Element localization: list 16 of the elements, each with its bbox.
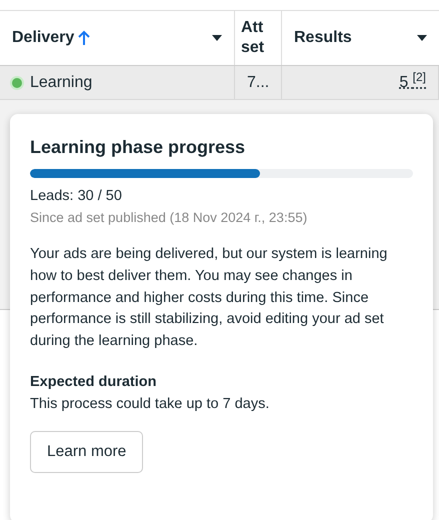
result-value[interactable]: 5 $^{[2]}$ xyxy=(399,70,426,94)
sort-arrow-icon[interactable] xyxy=(78,30,90,46)
dropdown-caret-icon[interactable] xyxy=(212,35,222,41)
leads-count: Leads: 30 / 50 xyxy=(30,187,123,206)
learn-more-button[interactable]: Learn more xyxy=(30,431,144,473)
duration-heading: Expected duration xyxy=(30,372,158,392)
column-header[interactable]: Delivery xyxy=(0,11,235,65)
column-header[interactable]: Att set xyxy=(235,11,282,65)
popover-title: Learning phase progress xyxy=(30,136,246,159)
learning-description: Your ads are being delivered, but our system is learning how to best deliver them. You may see changes in performance and higher costs during this time. Since performance is still stabilizing, avoid editing your ad set during the learning phase. xyxy=(30,245,388,351)
status-text: Learning xyxy=(30,72,92,92)
column-header[interactable]: Results xyxy=(282,11,439,65)
duration-text: This process could take up to 7 days. xyxy=(30,394,270,414)
published-date: Since ad set published (18 Nov 2024 г., 23:55) xyxy=(30,208,308,227)
dropdown-caret-icon[interactable] xyxy=(417,35,427,41)
table-cell: 7... xyxy=(247,72,270,92)
